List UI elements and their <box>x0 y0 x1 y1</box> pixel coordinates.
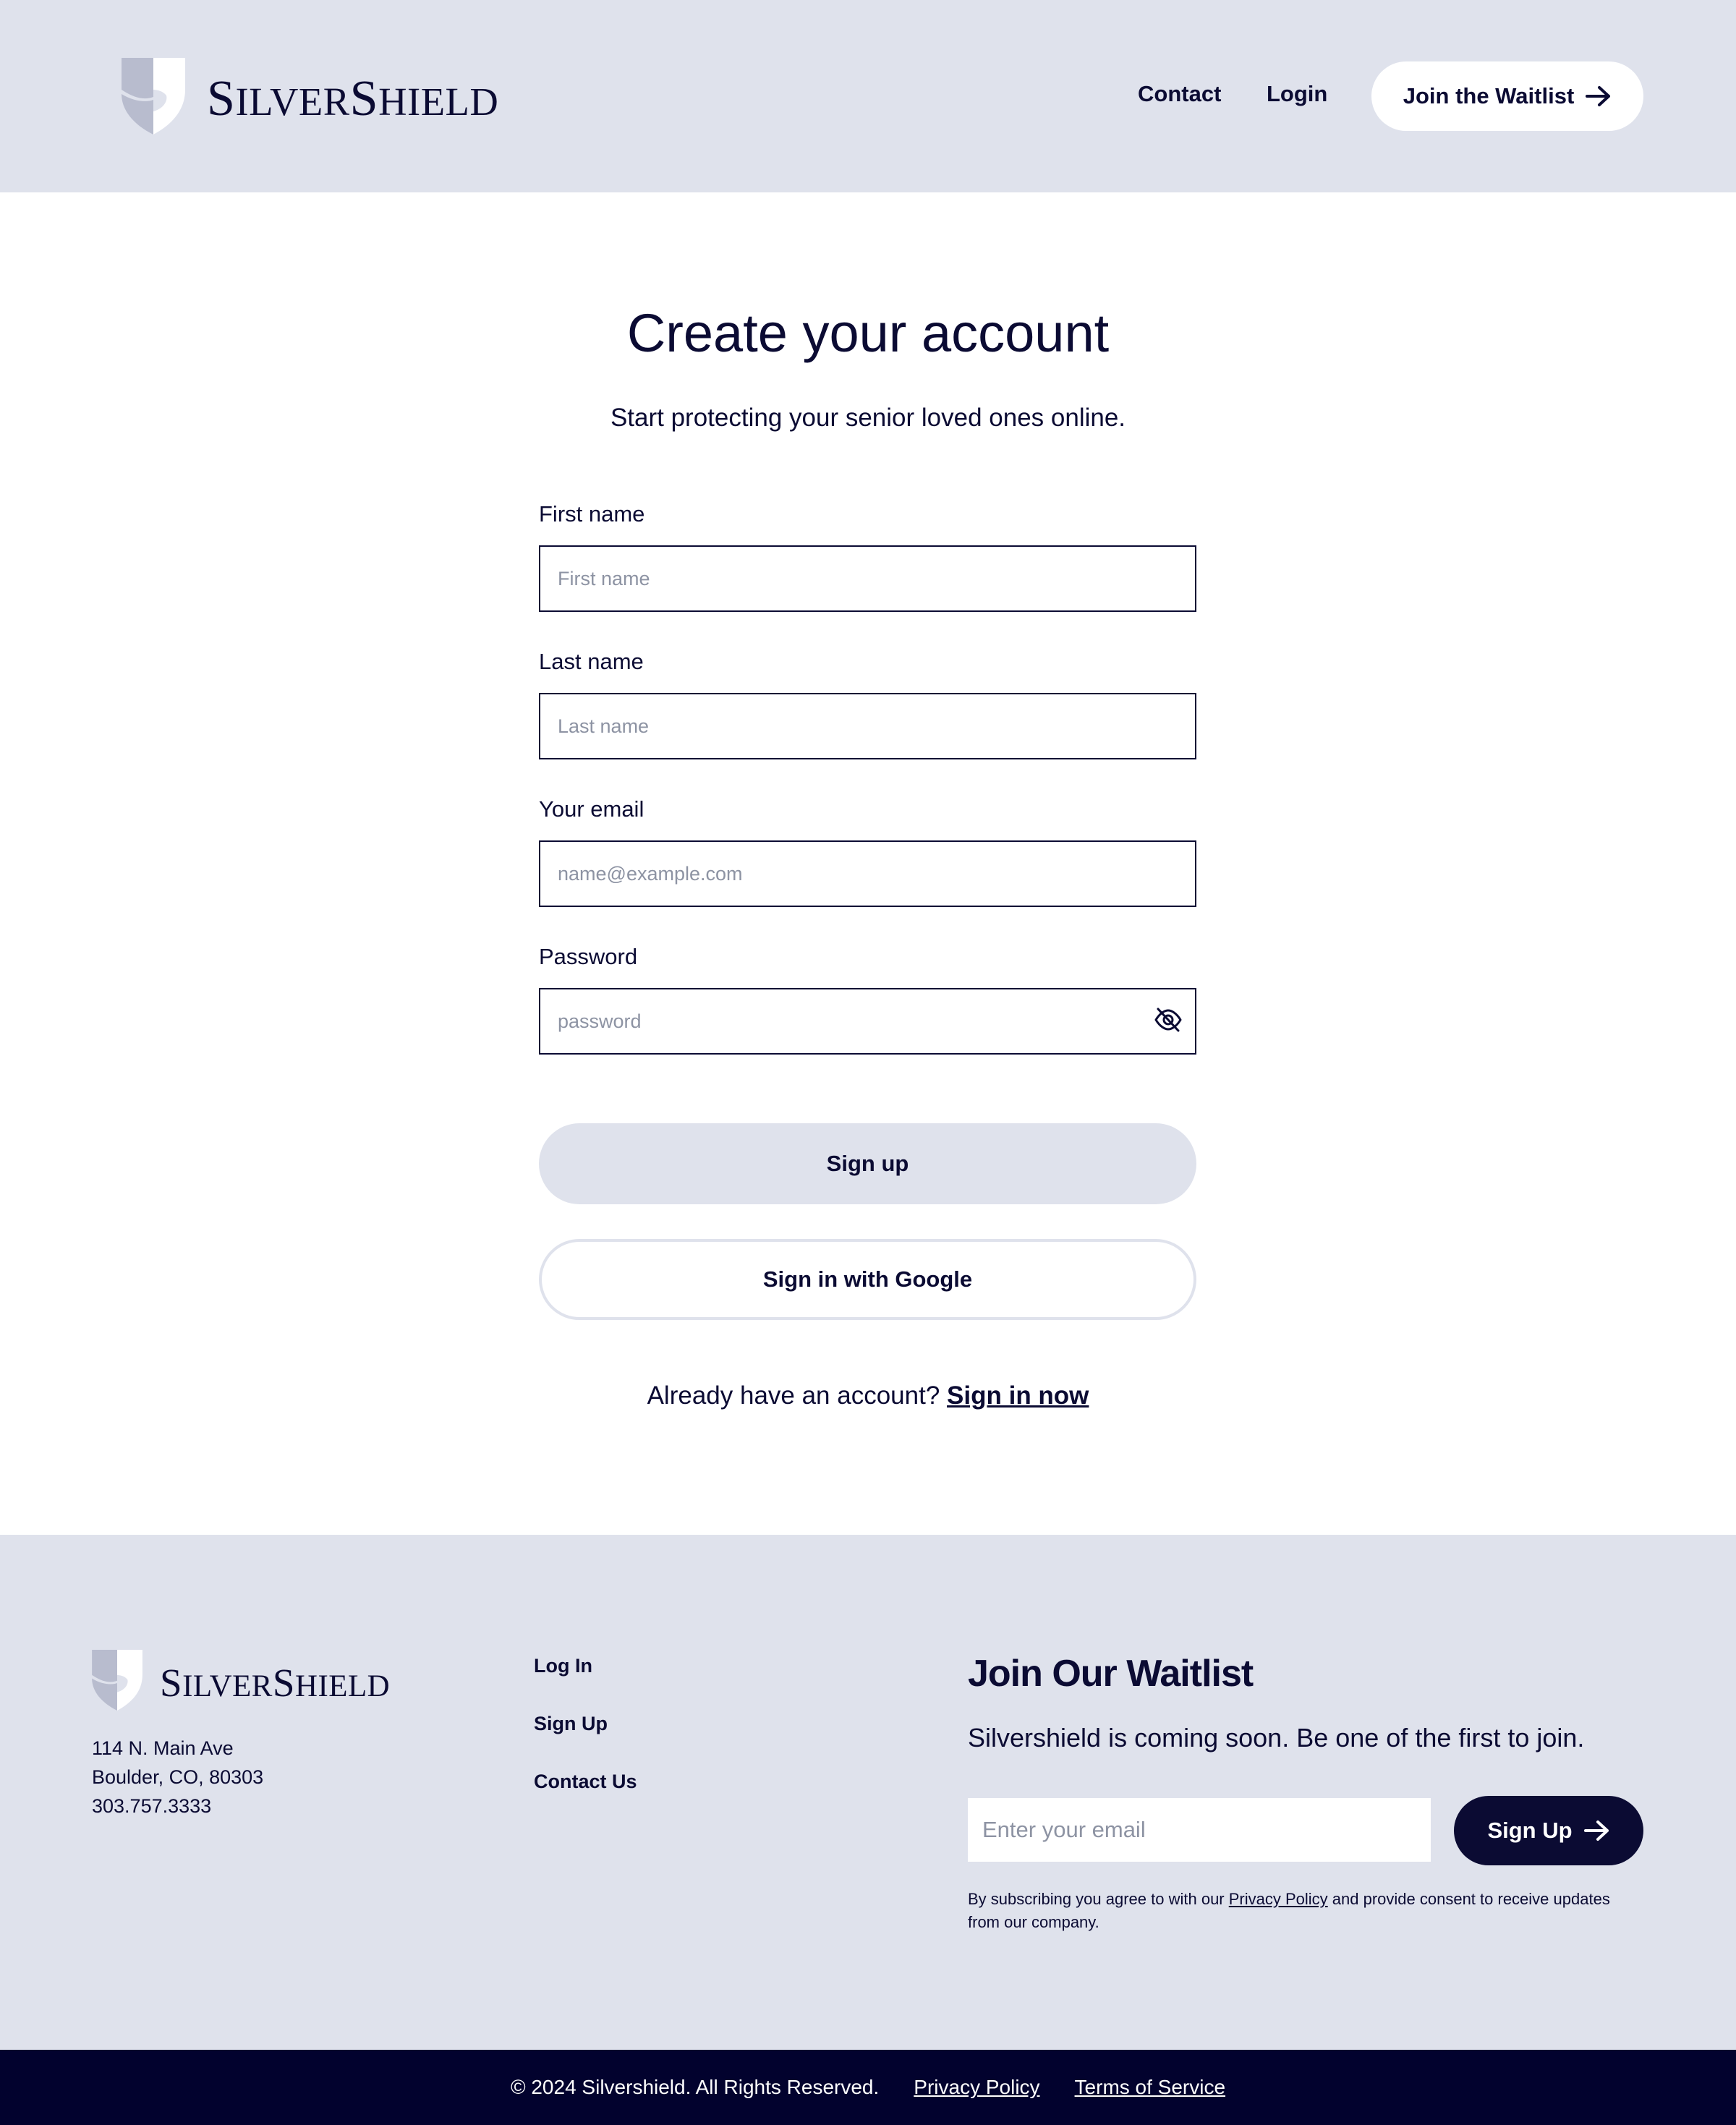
waitlist-signup-label: Sign Up <box>1487 1818 1573 1843</box>
nav-contact-link[interactable]: Contact <box>1138 81 1221 107</box>
last-name-label: Last name <box>539 649 644 674</box>
nav-login-link[interactable]: Login <box>1267 81 1327 107</box>
password-label: Password <box>539 944 638 969</box>
address-phone: 303.757.3333 <box>92 1795 212 1817</box>
waitlist-email-input[interactable] <box>968 1798 1431 1862</box>
join-waitlist-button[interactable]: Join the Waitlist <box>1371 61 1643 131</box>
email-label: Your email <box>539 796 644 822</box>
consent-privacy-link[interactable]: Privacy Policy <box>1229 1890 1328 1908</box>
shield-logo-icon <box>92 1650 142 1711</box>
footer-login-link[interactable]: Log In <box>534 1655 592 1677</box>
last-name-input[interactable] <box>539 693 1196 759</box>
legal-bar: © 2024 Silvershield. All Rights Reserved… <box>0 2050 1736 2125</box>
address-line-1: 114 N. Main Ave <box>92 1737 234 1759</box>
email-input[interactable] <box>539 840 1196 907</box>
page-subtitle: Start protecting your senior loved ones … <box>610 404 1126 432</box>
first-name-label: First name <box>539 501 645 527</box>
terms-of-service-link[interactable]: Terms of Service <box>1075 2076 1226 2099</box>
waitlist-signup-button[interactable]: Sign Up <box>1454 1796 1643 1865</box>
header-logo[interactable]: SILVERSHIELD <box>122 58 498 135</box>
waitlist-heading: Join Our Waitlist <box>968 1653 1254 1695</box>
password-visibility-toggle[interactable] <box>1152 1003 1185 1036</box>
shield-logo-icon <box>122 58 185 135</box>
footer-logo[interactable]: SILVERSHIELD <box>92 1650 390 1711</box>
arrow-right-icon <box>1586 86 1611 106</box>
site-header: SILVERSHIELD Contact Login Join the Wait… <box>0 0 1736 192</box>
footer-signup-link[interactable]: Sign Up <box>534 1713 608 1735</box>
signup-button[interactable]: Sign up <box>539 1123 1196 1204</box>
already-text: Already have an account? <box>647 1381 940 1410</box>
waitlist-subtext: Silvershield is coming soon. Be one of t… <box>968 1723 1585 1753</box>
arrow-right-icon <box>1583 1820 1609 1841</box>
copyright-text: © 2024 Silvershield. All Rights Reserved… <box>510 2076 880 2098</box>
footer-contact-link[interactable]: Contact Us <box>534 1771 637 1793</box>
consent-text: By subscribing you agree to with our Pri… <box>968 1888 1633 1934</box>
brand-wordmark: SILVERSHIELD <box>207 71 499 127</box>
footer-brand-wordmark: SILVERSHIELD <box>160 1660 391 1705</box>
page-title: Create your account <box>626 303 1110 363</box>
consent-text-before: By subscribing you agree to with our <box>968 1890 1229 1908</box>
password-input[interactable] <box>539 988 1196 1055</box>
sign-in-now-link[interactable]: Sign in now <box>947 1381 1089 1410</box>
footer-address: 114 N. Main Ave Boulder, CO, 80303 303.7… <box>92 1734 263 1820</box>
already-have-account: Already have an account? Sign in now <box>0 1381 1736 1410</box>
eye-off-icon <box>1154 1008 1182 1032</box>
first-name-input[interactable] <box>539 545 1196 612</box>
privacy-policy-link[interactable]: Privacy Policy <box>914 2076 1039 2099</box>
google-signin-button[interactable]: Sign in with Google <box>539 1239 1196 1320</box>
address-line-2: Boulder, CO, 80303 <box>92 1766 264 1788</box>
site-footer: SILVERSHIELD 114 N. Main Ave Boulder, CO… <box>0 1535 1736 2050</box>
join-waitlist-label: Join the Waitlist <box>1403 83 1575 108</box>
